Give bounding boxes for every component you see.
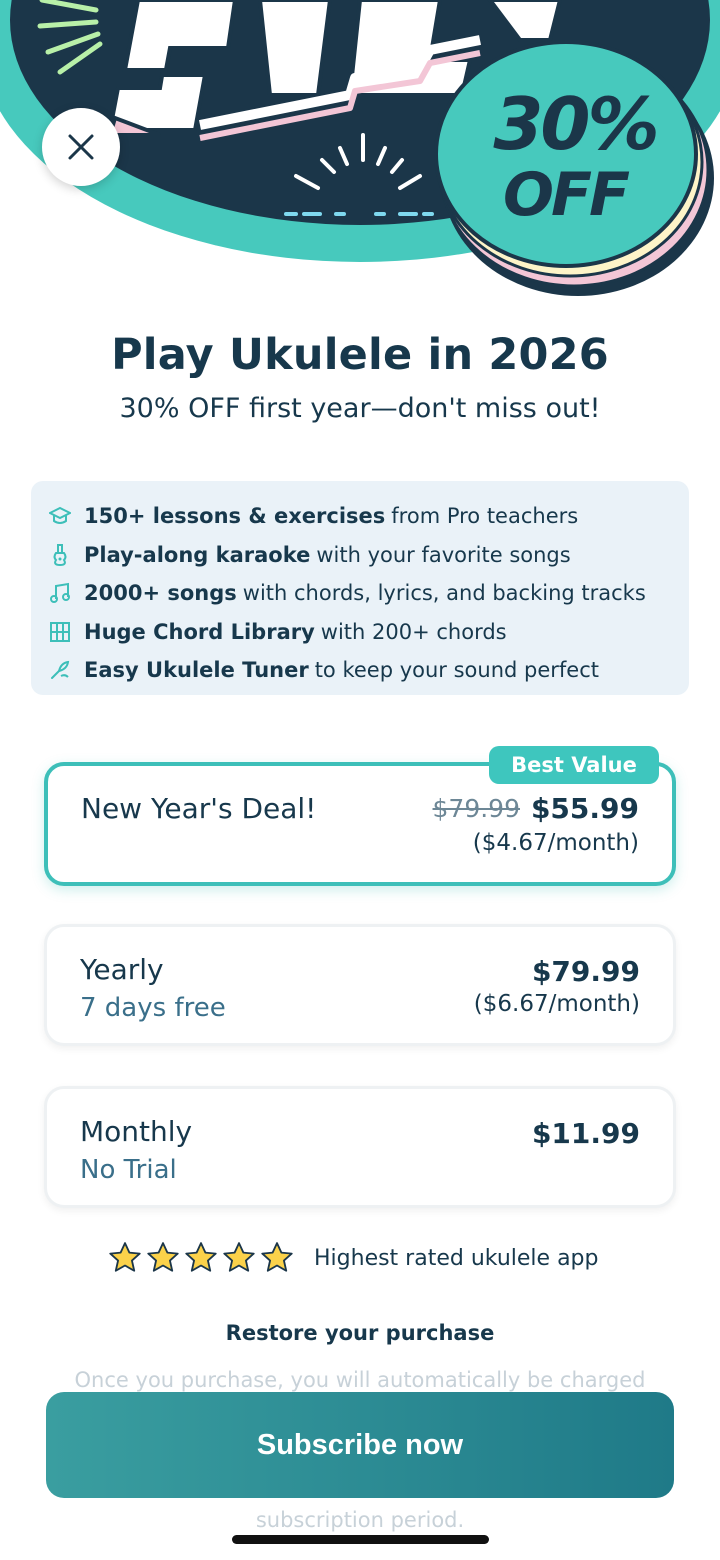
plan-price: $55.99 <box>530 792 639 825</box>
feature-bold: Play-along karaoke <box>84 542 311 567</box>
plan-name: Monthly <box>80 1115 193 1148</box>
music-note-icon <box>49 582 71 604</box>
feature-text: with your favorite songs <box>316 542 571 567</box>
discount-percent: 30% <box>493 82 659 166</box>
plan-price: $11.99 <box>531 1117 640 1150</box>
legal-text-line: Once you purchase, you will automaticall… <box>74 1368 646 1392</box>
feature-bold: 2000+ songs <box>84 581 237 606</box>
plan-trial: 7 days free <box>80 993 226 1023</box>
plan-monthly[interactable]: Monthly No Trial $11.99 <box>44 1086 676 1208</box>
star-icon <box>185 1242 217 1272</box>
feature-item: Easy Ukulele Tuner to keep your sound pe… <box>49 651 689 690</box>
feature-item: 2000+ songs with chords, lyrics, and bac… <box>49 574 689 613</box>
chord-grid-icon <box>49 621 71 643</box>
close-icon <box>68 134 94 160</box>
plan-per-month: ($6.67/month) <box>473 991 640 1017</box>
legal-text-line: subscription period. <box>255 1508 465 1532</box>
plan-name: New Year's Deal! <box>81 792 317 825</box>
plan-price: $79.99 <box>531 955 640 988</box>
feature-item: Play-along karaoke with your favorite so… <box>49 536 689 575</box>
plan-yearly[interactable]: Yearly 7 days free $79.99 ($6.67/month) <box>44 924 676 1046</box>
plan-name: Yearly <box>80 953 164 986</box>
feature-text: with chords, lyrics, and backing tracks <box>242 581 646 606</box>
feature-bold: Huge Chord Library <box>84 619 315 644</box>
plan-per-month: ($4.67/month) <box>472 830 639 856</box>
star-icon <box>109 1242 141 1272</box>
feature-text: with 200+ chords <box>320 619 507 644</box>
rating-text: Highest rated ukulele app <box>314 1245 599 1271</box>
ukulele-icon <box>49 543 71 566</box>
graduation-cap-icon <box>49 505 71 527</box>
tuner-icon <box>49 659 71 681</box>
plan-trial: No Trial <box>80 1155 177 1185</box>
home-indicator <box>232 1535 489 1544</box>
features-list: 150+ lessons & exercises from Pro teache… <box>31 481 689 695</box>
discount-word: OFF <box>503 160 630 230</box>
page-title: Play Ukulele in 2026 <box>111 330 609 380</box>
feature-bold: 150+ lessons & exercises <box>84 504 386 529</box>
best-value-badge: Best Value <box>489 746 659 784</box>
page-subtitle: 30% OFF first year—don't miss out! <box>119 393 601 424</box>
plan-old-price: $79.99 <box>432 794 520 823</box>
close-button[interactable] <box>42 108 120 186</box>
feature-bold: Easy Ukulele Tuner <box>84 658 309 683</box>
star-icon <box>261 1242 293 1272</box>
rating-row: Highest rated ukulele app <box>108 1238 598 1278</box>
star-rating <box>108 1241 294 1275</box>
subscribe-button[interactable]: Subscribe now <box>46 1392 674 1498</box>
feature-item: 150+ lessons & exercises from Pro teache… <box>49 497 689 536</box>
restore-purchase-link[interactable]: Restore your purchase <box>0 1321 720 1345</box>
star-icon <box>147 1242 179 1272</box>
feature-item: Huge Chord Library with 200+ chords <box>49 613 689 652</box>
star-icon <box>223 1242 255 1272</box>
feature-text: from Pro teachers <box>391 504 579 529</box>
feature-text: to keep your sound perfect <box>314 658 600 683</box>
